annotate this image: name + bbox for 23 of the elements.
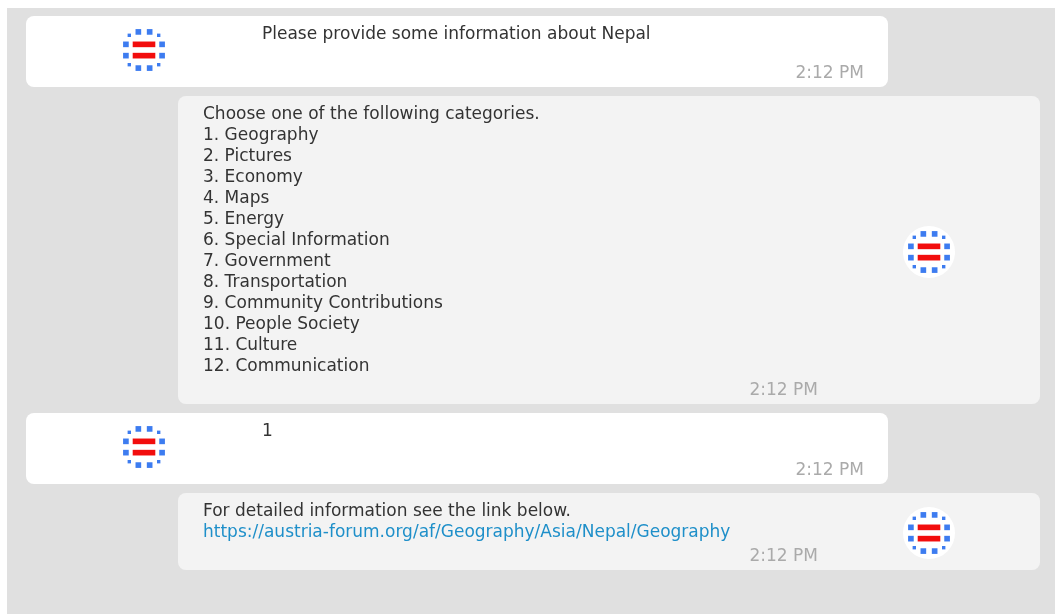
- timestamp: 2:12 PM: [749, 379, 818, 400]
- message-text: 1: [262, 420, 274, 441]
- link[interactable]: https://austria-forum.org/af/Geography/Asia/Nepal/Geography: [203, 521, 818, 542]
- message-text: 6. Special Information: [203, 229, 391, 250]
- message-text: Choose one of the following categories.: [203, 103, 541, 124]
- message-text: 4. Maps: [203, 187, 271, 208]
- timestamp: 2:12 PM: [749, 545, 818, 566]
- message-text: 3. Economy: [203, 166, 304, 187]
- timestamp: 2:12 PM: [795, 62, 864, 83]
- message-text: 12. Communication: [203, 355, 371, 376]
- message-text: 10. People Society: [203, 313, 361, 334]
- timestamp: 2:12 PM: [795, 459, 864, 480]
- message-text: 2. Pictures: [203, 145, 293, 166]
- message-text: 8. Transportation: [203, 271, 349, 292]
- avatar-icon: [903, 225, 955, 278]
- message-text: 11. Culture: [203, 334, 299, 355]
- message-text: 1. Geography: [203, 124, 320, 145]
- avatar-icon: [903, 507, 955, 559]
- message-text: 5. Energy: [203, 208, 286, 229]
- message-text: 9. Community Contributions: [203, 292, 444, 313]
- message-text: Please provide some information about Nepal: [262, 23, 652, 44]
- message-text: For detailed information see the link below.: [203, 500, 572, 521]
- message-text: 7. Government: [203, 250, 332, 271]
